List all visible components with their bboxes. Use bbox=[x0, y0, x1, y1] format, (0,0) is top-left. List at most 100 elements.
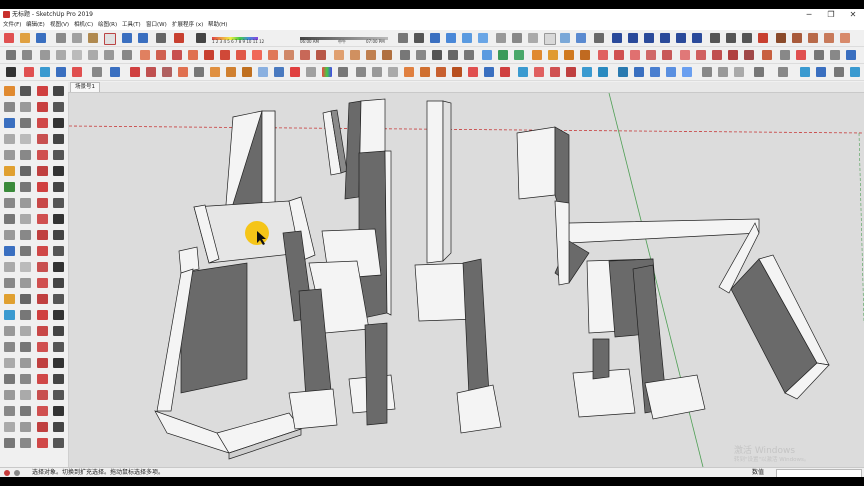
plugin-icon-20[interactable] bbox=[448, 50, 458, 60]
tool-icon-r3-45[interactable] bbox=[734, 67, 744, 77]
plugin-icon-7[interactable] bbox=[236, 50, 246, 60]
menu-camera[interactable]: 相机(C) bbox=[74, 20, 93, 30]
home-view-icon[interactable] bbox=[414, 33, 424, 43]
shaded-style-icon[interactable] bbox=[544, 33, 556, 45]
scene-tab-1[interactable]: 场景号1 bbox=[70, 82, 100, 92]
left-tool-7[interactable] bbox=[37, 102, 48, 112]
left-tool-69[interactable] bbox=[4, 358, 15, 368]
left-tool-32[interactable] bbox=[53, 198, 64, 208]
tool-icon-r3-3[interactable] bbox=[40, 67, 50, 77]
box-icon-1[interactable] bbox=[40, 50, 50, 60]
plugin-icon-5[interactable] bbox=[204, 50, 214, 60]
box-icon-5[interactable] bbox=[104, 50, 114, 60]
tool-icon-r3-15[interactable] bbox=[242, 67, 252, 77]
left-tool-80[interactable] bbox=[53, 390, 64, 400]
tool-icon-r3-47[interactable] bbox=[778, 67, 788, 77]
model-viewport[interactable]: 激活 Windows 转到"设置"以激活 Windows。 bbox=[69, 93, 864, 467]
component-icon[interactable] bbox=[398, 33, 408, 43]
menu-draw[interactable]: 绘图(R) bbox=[98, 20, 117, 30]
shadow-month-slider[interactable]: 1 2 3 4 5 6 7 8 9 10 11 12 bbox=[212, 32, 264, 44]
tool-icon-r3-16[interactable] bbox=[258, 67, 268, 77]
menu-view[interactable]: 视图(V) bbox=[50, 20, 69, 30]
extension-icon-3[interactable] bbox=[808, 33, 818, 43]
plugin-icon-39[interactable] bbox=[762, 50, 772, 60]
plugin-icon-8[interactable] bbox=[252, 50, 262, 60]
plugin-icon-40[interactable] bbox=[780, 50, 790, 60]
menu-file[interactable]: 文件(F) bbox=[3, 20, 21, 30]
left-tool-20[interactable] bbox=[53, 150, 64, 160]
tool-icon-r3-39[interactable] bbox=[634, 67, 644, 77]
look-around-icon[interactable] bbox=[742, 33, 752, 43]
left-tool-49[interactable] bbox=[4, 278, 15, 288]
tool-icon-r3-21[interactable] bbox=[338, 67, 348, 77]
left-tool-31[interactable] bbox=[37, 198, 48, 208]
plugin-icon-36[interactable] bbox=[712, 50, 722, 60]
plugin-icon-16[interactable] bbox=[382, 50, 392, 60]
left-tool-84[interactable] bbox=[53, 406, 64, 416]
menu-help[interactable]: 帮助(H) bbox=[208, 20, 227, 30]
left-tool-55[interactable] bbox=[37, 294, 48, 304]
walk-icon[interactable] bbox=[726, 33, 736, 43]
plugin-icon-41[interactable] bbox=[796, 50, 806, 60]
plugin-icon-10[interactable] bbox=[284, 50, 294, 60]
left-tool-56[interactable] bbox=[53, 294, 64, 304]
left-tool-9[interactable] bbox=[4, 118, 15, 128]
section-plane-icon[interactable] bbox=[594, 33, 604, 43]
tool-icon-r3-49[interactable] bbox=[816, 67, 826, 77]
tool-icon-r3-44[interactable] bbox=[718, 67, 728, 77]
tool-icon-r3-27[interactable] bbox=[436, 67, 446, 77]
measurements-input[interactable] bbox=[776, 469, 862, 477]
left-tool-16[interactable] bbox=[53, 134, 64, 144]
tool-icon-r3-37[interactable] bbox=[598, 67, 608, 77]
save-icon[interactable] bbox=[36, 33, 46, 43]
erase-icon[interactable] bbox=[104, 33, 116, 45]
tool-icon-r3-22[interactable] bbox=[356, 67, 366, 77]
plugin-icon-29[interactable] bbox=[598, 50, 608, 60]
tool-icon-r3-29[interactable] bbox=[468, 67, 478, 77]
left-tool-67[interactable] bbox=[37, 342, 48, 352]
plugin-icon-15[interactable] bbox=[366, 50, 376, 60]
plugin-icon-38[interactable] bbox=[744, 50, 754, 60]
plugin-icon-26[interactable] bbox=[548, 50, 558, 60]
left-tool-70[interactable] bbox=[20, 358, 31, 368]
menu-extensions[interactable]: 扩展程序 (x) bbox=[172, 20, 203, 30]
tool-icon-r3-18[interactable] bbox=[290, 67, 300, 77]
left-tool-27[interactable] bbox=[37, 182, 48, 192]
tool-icon-r3-8[interactable] bbox=[130, 67, 140, 77]
solid-tool-icon[interactable] bbox=[122, 50, 132, 60]
extension-icon-5[interactable] bbox=[840, 33, 850, 43]
left-tool-77[interactable] bbox=[4, 390, 15, 400]
tool-icon-r3-32[interactable] bbox=[518, 67, 528, 77]
left-tool-52[interactable] bbox=[53, 278, 64, 288]
left-tool-38[interactable] bbox=[20, 230, 31, 240]
left-tool-36[interactable] bbox=[53, 214, 64, 224]
left-tool-91[interactable] bbox=[37, 438, 48, 448]
left-tool-62[interactable] bbox=[20, 326, 31, 336]
close-button[interactable]: ✕ bbox=[842, 9, 864, 20]
plugin-icon-23[interactable] bbox=[498, 50, 508, 60]
left-tool-25[interactable] bbox=[4, 182, 15, 192]
plugin-icon-44[interactable] bbox=[846, 50, 856, 60]
tool-icon-r3-51[interactable] bbox=[850, 67, 860, 77]
plugin-icon-19[interactable] bbox=[432, 50, 442, 60]
extension-icon-2[interactable] bbox=[792, 33, 802, 43]
left-tool-85[interactable] bbox=[4, 422, 15, 432]
tool-icon-r3-10[interactable] bbox=[162, 67, 172, 77]
tool-icon-r3-2[interactable] bbox=[24, 67, 34, 77]
tool-icon-r3-6[interactable] bbox=[92, 67, 102, 77]
iso-view-icon[interactable] bbox=[430, 33, 440, 43]
left-tool-5[interactable] bbox=[4, 102, 15, 112]
left-tool-73[interactable] bbox=[4, 374, 15, 384]
tool-icon-r3-14[interactable] bbox=[226, 67, 236, 77]
tool-icon-r3-34[interactable] bbox=[550, 67, 560, 77]
left-tool-10[interactable] bbox=[20, 118, 31, 128]
make-component-icon[interactable] bbox=[22, 50, 32, 60]
left-tool-42[interactable] bbox=[20, 246, 31, 256]
left-tool-26[interactable] bbox=[20, 182, 31, 192]
left-tool-75[interactable] bbox=[37, 374, 48, 384]
left-tool-82[interactable] bbox=[20, 406, 31, 416]
left-tool-71[interactable] bbox=[37, 358, 48, 368]
left-tool-15[interactable] bbox=[37, 134, 48, 144]
menu-tools[interactable]: 工具(T) bbox=[122, 20, 141, 30]
plugin-icon-2[interactable] bbox=[156, 50, 166, 60]
